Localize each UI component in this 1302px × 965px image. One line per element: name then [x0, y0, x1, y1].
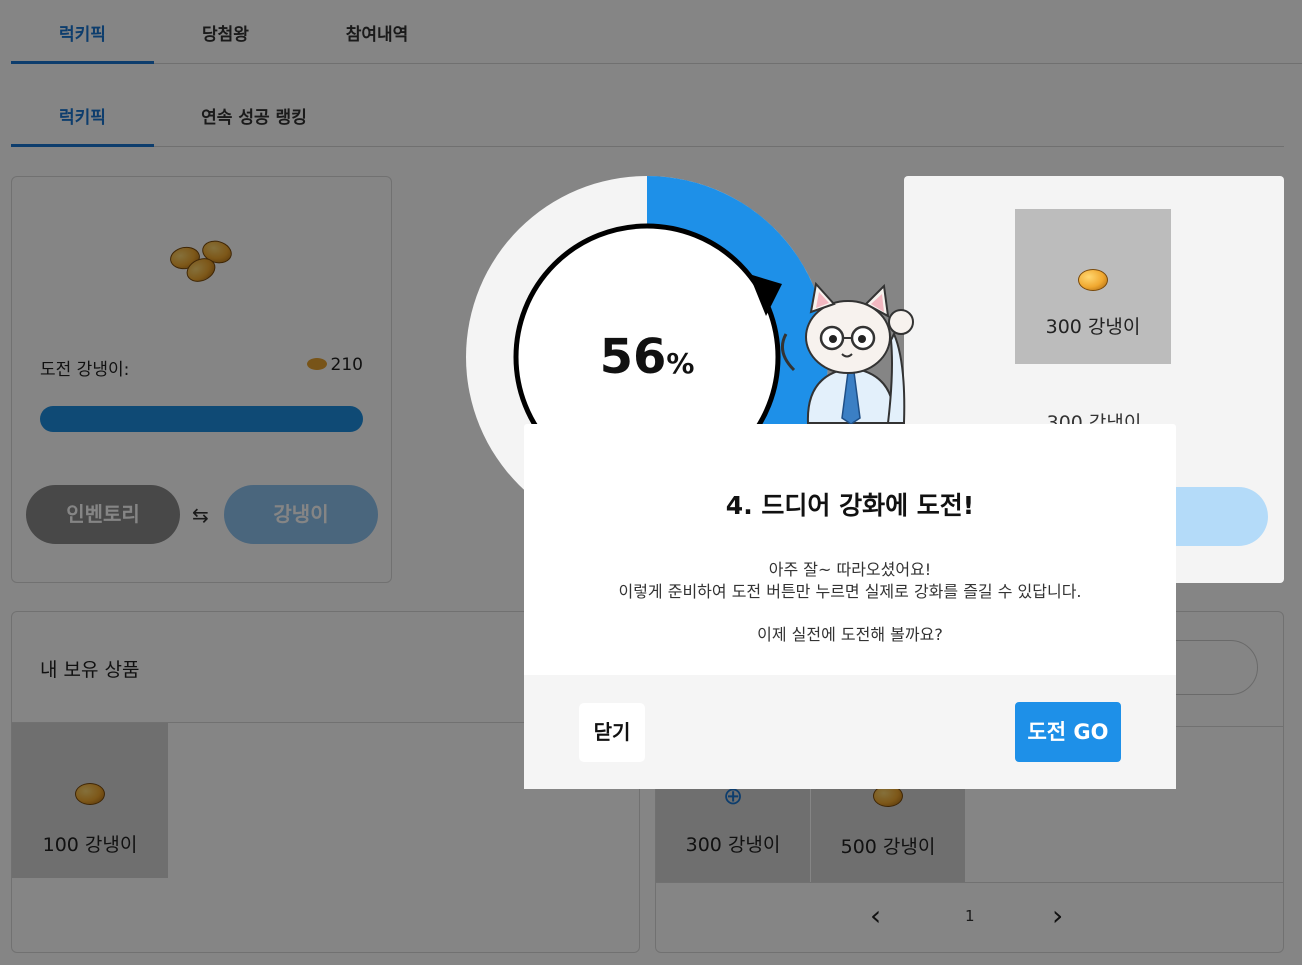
highlight-product-label: 300 강냉이: [1045, 316, 1141, 338]
modal-body: 아주 잘~ 따라오셨어요! 이렇게 준비하여 도전 버튼만 누르면 실제로 강화…: [524, 559, 1176, 646]
close-button[interactable]: 닫기: [579, 703, 645, 762]
modal-line-1: 아주 잘~ 따라오셨어요!: [768, 560, 932, 579]
modal-footer: 닫기 도전 GO: [524, 675, 1176, 789]
tutorial-modal: 4. 드디어 강화에 도전! 아주 잘~ 따라오셨어요! 이렇게 준비하여 도전…: [524, 424, 1176, 789]
cat-mascot-icon: [780, 282, 914, 424]
popcorn-icon: [1078, 269, 1108, 291]
modal-line-3: 이제 실전에 도전해 볼까요?: [757, 625, 943, 644]
highlight-product: 300 강냉이: [1015, 209, 1171, 364]
modal-title: 4. 드디어 강화에 도전!: [725, 491, 975, 520]
challenge-go-button[interactable]: 도전 GO: [1015, 702, 1121, 762]
modal-line-2: 이렇게 준비하여 도전 버튼만 누르면 실제로 강화를 즐길 수 있답니다.: [618, 582, 1082, 601]
